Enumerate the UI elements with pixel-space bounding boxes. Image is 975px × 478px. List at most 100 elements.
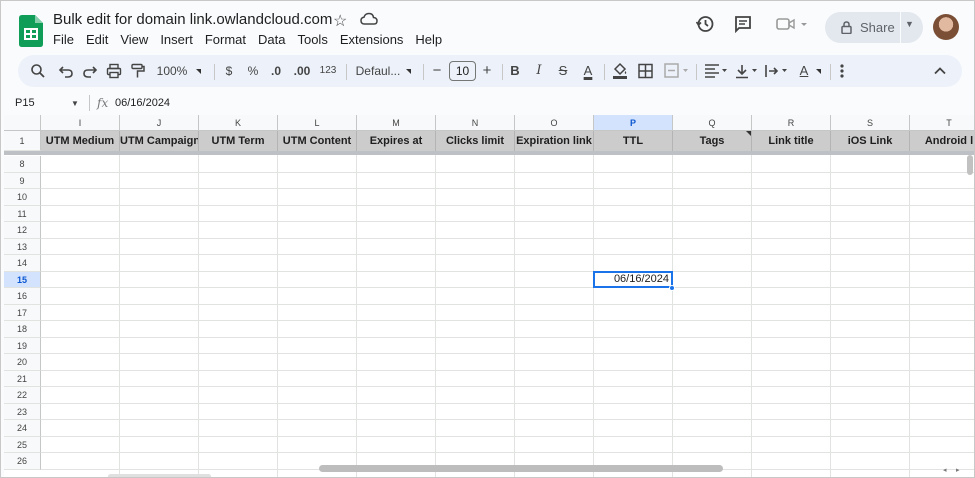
column-header-n[interactable]: N xyxy=(436,115,515,131)
formula-input[interactable]: 06/16/2024 xyxy=(115,97,170,109)
version-history-icon[interactable] xyxy=(696,15,714,33)
comment-icon[interactable] xyxy=(734,15,752,33)
note-indicator-icon[interactable] xyxy=(746,131,751,136)
row-header-22[interactable]: 22 xyxy=(4,387,41,404)
row-header-8[interactable]: 8 xyxy=(4,156,41,173)
currency-format-button[interactable]: $ xyxy=(222,55,236,87)
collapse-menus-icon[interactable] xyxy=(934,65,946,77)
more-options-icon[interactable] xyxy=(840,63,844,79)
header-cell-n[interactable]: Clicks limit xyxy=(436,131,515,151)
font-size-input[interactable]: 10 xyxy=(449,61,476,81)
row-header-19[interactable]: 19 xyxy=(4,337,41,354)
text-wrapping-icon[interactable] xyxy=(764,63,790,79)
menu-format[interactable]: Format xyxy=(199,32,252,48)
print-icon[interactable] xyxy=(106,63,122,79)
header-cell-r[interactable]: Link title xyxy=(752,131,831,151)
vertical-align-icon[interactable] xyxy=(734,63,760,79)
column-header-k[interactable]: K xyxy=(199,115,278,131)
row-header-16[interactable]: 16 xyxy=(4,288,41,305)
name-box[interactable]: P15 xyxy=(15,97,35,109)
menu-insert[interactable]: Insert xyxy=(154,32,199,48)
column-header-o[interactable]: O xyxy=(515,115,594,131)
font-select[interactable]: Defaul... xyxy=(354,55,402,87)
column-header-l[interactable]: L xyxy=(278,115,357,131)
spreadsheet-grid[interactable]: I UTM Medium J UTM Campaign K UTM Term L UTM Co… xyxy=(4,115,974,477)
header-cell-p[interactable]: TTL xyxy=(594,131,673,151)
menu-data[interactable]: Data xyxy=(252,32,291,48)
zoom-dropdown-icon[interactable] xyxy=(196,69,201,74)
meet-video-icon[interactable] xyxy=(776,15,810,33)
menu-tools[interactable]: Tools xyxy=(291,32,333,48)
column-header-t[interactable]: T xyxy=(910,115,974,131)
header-cell-l[interactable]: UTM Content xyxy=(278,131,357,151)
row-header-18[interactable]: 18 xyxy=(4,321,41,338)
document-title[interactable]: Bulk edit for domain link.owlandcloud.co… xyxy=(53,11,332,28)
header-cell-q[interactable]: Tags xyxy=(673,131,752,151)
header-cell-o[interactable]: Expiration link xyxy=(515,131,594,151)
italic-button[interactable]: I xyxy=(532,55,546,87)
column-header-i[interactable]: I xyxy=(41,115,120,131)
bold-button[interactable]: B xyxy=(508,55,522,87)
menu-edit[interactable]: Edit xyxy=(80,32,114,48)
select-all-corner[interactable] xyxy=(4,115,41,131)
text-rotation-dropdown-icon[interactable] xyxy=(816,69,821,74)
paint-format-icon[interactable] xyxy=(130,63,146,79)
vertical-scrollbar[interactable] xyxy=(967,155,973,175)
menu-view[interactable]: View xyxy=(114,32,154,48)
fill-handle[interactable] xyxy=(669,285,675,291)
horizontal-align-icon[interactable] xyxy=(704,63,730,79)
column-header-s[interactable]: S xyxy=(831,115,910,131)
increase-decimal-button[interactable]: .00 xyxy=(292,55,312,87)
zoom-select[interactable]: 100% xyxy=(154,55,190,87)
row-header-24[interactable]: 24 xyxy=(4,420,41,437)
horizontal-scrollbar[interactable] xyxy=(319,465,723,472)
row-header-20[interactable]: 20 xyxy=(4,354,41,371)
header-cell-t[interactable]: Android l xyxy=(910,131,974,151)
redo-icon[interactable] xyxy=(82,63,98,79)
header-cell-m[interactable]: Expires at xyxy=(357,131,436,151)
fill-color-icon[interactable] xyxy=(612,62,628,80)
menu-extensions[interactable]: Extensions xyxy=(334,32,410,48)
name-box-dropdown-icon[interactable]: ▼ xyxy=(71,99,79,108)
header-cell-j[interactable]: UTM Campaign xyxy=(120,131,199,151)
row-header-14[interactable]: 14 xyxy=(4,255,41,272)
row-header-21[interactable]: 21 xyxy=(4,370,41,387)
font-size-decrease-button[interactable]: − xyxy=(430,55,444,87)
row-header-1[interactable]: 1 xyxy=(4,131,41,151)
borders-icon[interactable] xyxy=(638,63,653,79)
header-cell-i[interactable]: UTM Medium xyxy=(41,131,120,151)
text-rotation-button[interactable]: A xyxy=(796,55,812,87)
row-header-10[interactable]: 10 xyxy=(4,189,41,206)
undo-icon[interactable] xyxy=(58,63,74,79)
row-header-15[interactable]: 15 xyxy=(4,271,41,288)
more-formats-button[interactable]: 123 xyxy=(318,55,338,87)
column-header-m[interactable]: M xyxy=(357,115,436,131)
strikethrough-button[interactable]: S xyxy=(556,55,570,87)
sheet-tabs-scroll[interactable] xyxy=(108,474,211,477)
avatar[interactable] xyxy=(933,14,959,40)
menu-help[interactable]: Help xyxy=(409,32,448,48)
row-header-11[interactable]: 11 xyxy=(4,205,41,222)
search-menus-icon[interactable] xyxy=(30,63,46,79)
font-dropdown-icon[interactable] xyxy=(406,69,411,74)
row-header-26[interactable]: 26 xyxy=(4,453,41,470)
row-header-9[interactable]: 9 xyxy=(4,172,41,189)
merge-cells-icon[interactable] xyxy=(664,63,690,79)
row-header-13[interactable]: 13 xyxy=(4,238,41,255)
cloud-status-icon[interactable] xyxy=(360,12,378,26)
column-header-j[interactable]: J xyxy=(120,115,199,131)
sheets-logo-icon[interactable] xyxy=(19,15,43,47)
row-header-12[interactable]: 12 xyxy=(4,222,41,239)
star-icon[interactable]: ☆ xyxy=(333,11,347,31)
row-header-17[interactable]: 17 xyxy=(4,304,41,321)
column-header-r[interactable]: R xyxy=(752,115,831,131)
row-header-25[interactable]: 25 xyxy=(4,436,41,453)
share-dropdown-icon[interactable]: ▼ xyxy=(905,19,914,29)
text-color-button[interactable]: A xyxy=(580,55,596,87)
row-header-23[interactable]: 23 xyxy=(4,403,41,420)
font-size-increase-button[interactable]: + xyxy=(480,55,494,87)
scroll-left-icon[interactable]: ◂ xyxy=(943,466,947,474)
scroll-right-icon[interactable]: ▸ xyxy=(956,466,960,474)
share-button[interactable]: Share ▼ xyxy=(825,12,923,43)
menu-file[interactable]: File xyxy=(47,32,80,48)
